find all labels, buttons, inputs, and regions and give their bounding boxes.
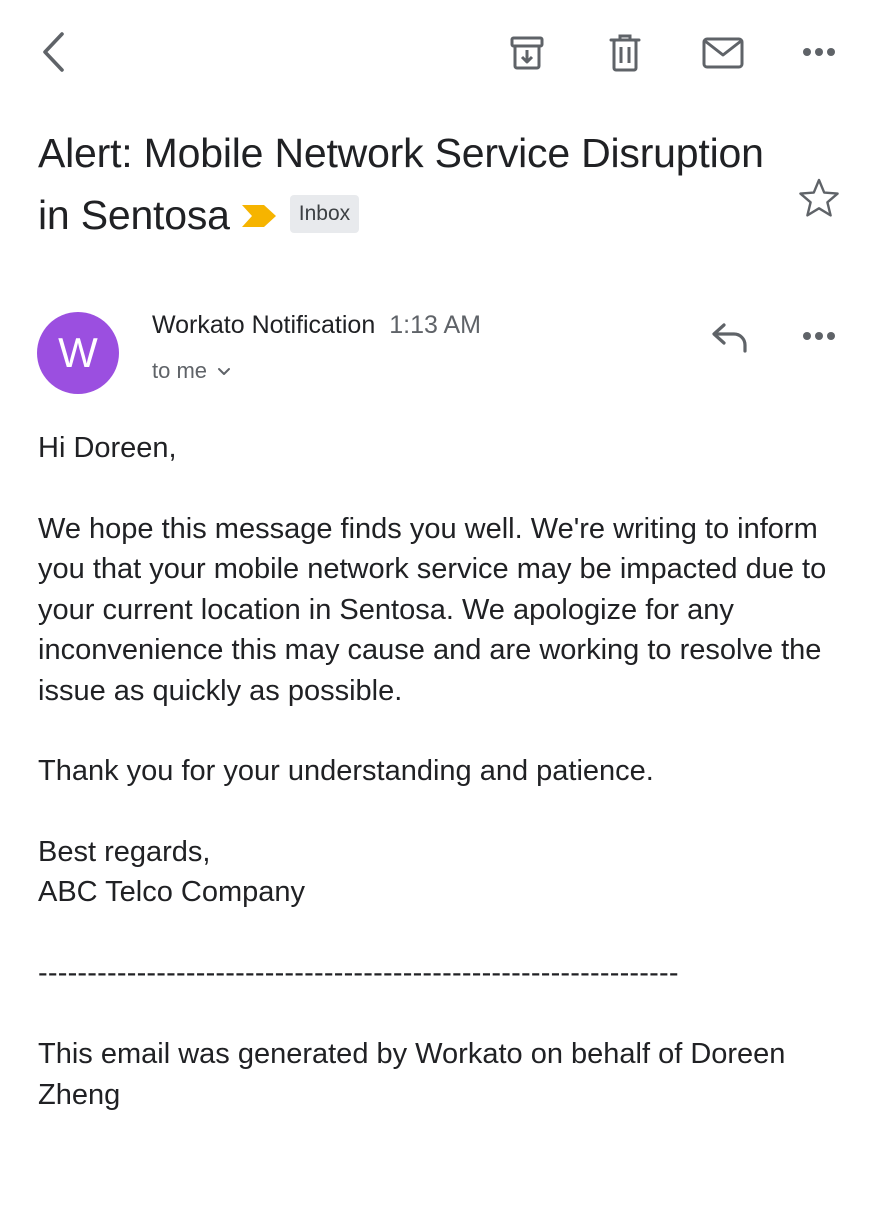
importance-marker-icon xyxy=(241,205,276,228)
body-paragraph-2: Thank you for your understanding and pat… xyxy=(38,755,654,787)
recipient-text: to me xyxy=(152,358,208,383)
email-subject-row: Alert: Mobile Network Service Disruption… xyxy=(38,122,778,246)
chevron-down-icon xyxy=(218,368,231,376)
sender-name[interactable]: Workato Notification xyxy=(152,311,375,339)
more-options-button[interactable] xyxy=(796,32,842,72)
trash-icon xyxy=(609,34,641,72)
importance-marker[interactable] xyxy=(240,184,278,246)
email-body: Hi Doreen, We hope this message finds yo… xyxy=(38,428,858,1115)
reply-button[interactable] xyxy=(704,314,756,360)
body-paragraph-1: We hope this message finds you well. We'… xyxy=(38,512,827,707)
inbox-label-chip[interactable]: Inbox xyxy=(289,195,360,234)
sender-avatar[interactable]: W xyxy=(37,312,119,394)
recipient-details-toggle[interactable]: to me xyxy=(152,356,231,386)
sender-line: Workato Notification 1:13 AM xyxy=(152,309,481,341)
more-horizontal-icon xyxy=(803,48,835,56)
archive-button[interactable] xyxy=(504,30,550,76)
more-horizontal-icon xyxy=(803,332,835,340)
body-footer: This email was generated by Workato on b… xyxy=(38,1038,786,1111)
archive-icon xyxy=(510,36,544,70)
delete-button[interactable] xyxy=(602,30,648,76)
body-signoff: Best regards, xyxy=(38,835,211,868)
envelope-icon xyxy=(702,37,744,69)
star-button[interactable] xyxy=(796,175,842,221)
body-greeting: Hi Doreen, xyxy=(38,432,177,464)
email-subject: Alert: Mobile Network Service Disruption… xyxy=(38,130,764,238)
chevron-left-icon xyxy=(43,32,64,72)
reply-icon xyxy=(712,323,747,353)
message-more-button[interactable] xyxy=(796,316,842,356)
star-outline-icon xyxy=(799,178,839,217)
back-button[interactable] xyxy=(30,24,76,80)
top-toolbar xyxy=(0,0,884,105)
body-signature: ABC Telco Company xyxy=(38,876,306,908)
body-divider: ----------------------------------------… xyxy=(38,956,679,989)
mark-unread-button[interactable] xyxy=(698,30,748,76)
sent-time: 1:13 AM xyxy=(389,311,481,339)
